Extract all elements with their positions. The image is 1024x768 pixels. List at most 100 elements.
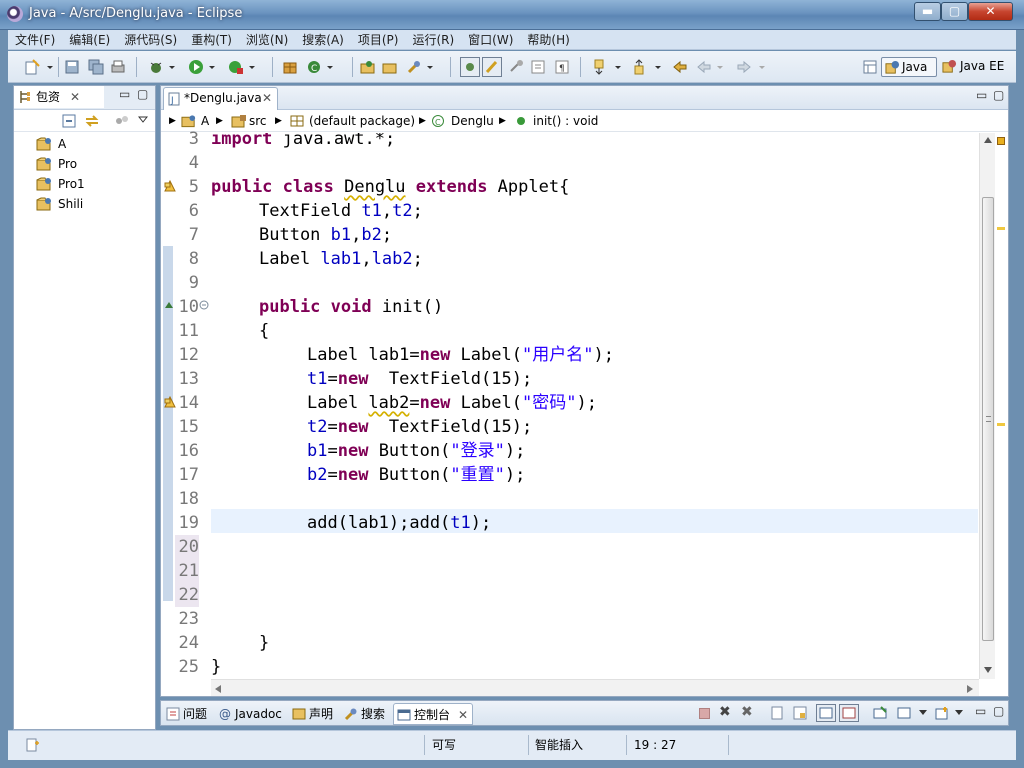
debug-icon[interactable] bbox=[148, 59, 164, 75]
tree-item-project-shili[interactable]: Shili bbox=[36, 195, 83, 213]
open-task-icon[interactable] bbox=[382, 59, 398, 75]
clear-console-icon[interactable] bbox=[771, 706, 785, 720]
tab-console[interactable]: 控制台 ✕ bbox=[393, 703, 473, 725]
pin-console-icon[interactable] bbox=[873, 706, 887, 720]
warning-overview-marker[interactable] bbox=[997, 423, 1005, 426]
forward-dropdown-icon[interactable] bbox=[758, 59, 766, 75]
menu-project[interactable]: 项目(P) bbox=[351, 30, 406, 50]
vertical-scroll-thumb[interactable] bbox=[982, 197, 994, 641]
tab-denglu-java[interactable]: J *Denglu.java ✕ bbox=[163, 87, 278, 110]
link-with-editor-icon[interactable] bbox=[84, 114, 100, 128]
open-type-icon[interactable] bbox=[360, 59, 376, 75]
breadcrumb-arrow-icon[interactable]: ▶ bbox=[419, 110, 426, 132]
tree-item-project-pro[interactable]: Pro bbox=[36, 155, 77, 173]
horizontal-scrollbar[interactable] bbox=[211, 679, 979, 696]
tab-problems[interactable]: 问题 bbox=[163, 703, 213, 725]
collapse-all-icon[interactable] bbox=[62, 114, 76, 128]
menu-help[interactable]: 帮助(H) bbox=[520, 30, 576, 50]
toggle-breadcrumb-icon[interactable] bbox=[460, 57, 480, 77]
maximize-view-icon[interactable]: ▢ bbox=[993, 704, 1004, 718]
run-dropdown-icon[interactable] bbox=[208, 59, 216, 75]
menu-navigate[interactable]: 浏览(N) bbox=[239, 30, 295, 50]
menu-window[interactable]: 窗口(W) bbox=[461, 30, 520, 50]
search-toolbar-icon[interactable] bbox=[406, 59, 422, 75]
print-icon[interactable] bbox=[110, 59, 126, 75]
back-dropdown-icon[interactable] bbox=[716, 59, 724, 75]
console-dropdown-icon[interactable] bbox=[919, 710, 927, 716]
focus-on-working-set-icon[interactable] bbox=[114, 114, 130, 128]
problem-summary-icon[interactable] bbox=[997, 137, 1005, 145]
menu-search[interactable]: 搜索(A) bbox=[295, 30, 351, 50]
warning-overview-marker[interactable] bbox=[997, 227, 1005, 230]
tab-package-explorer[interactable]: 包资 ✕ bbox=[14, 86, 104, 108]
scroll-down-icon[interactable] bbox=[984, 667, 992, 673]
last-edit-location-icon[interactable] bbox=[672, 59, 688, 75]
new-class-icon[interactable]: C bbox=[306, 59, 322, 75]
fast-view-icon[interactable] bbox=[26, 738, 40, 752]
breadcrumb-arrow-icon[interactable]: ▶ bbox=[275, 110, 282, 132]
minimize-editor-icon[interactable]: ▭ bbox=[976, 88, 987, 102]
menu-source[interactable]: 源代码(S) bbox=[117, 30, 184, 50]
breadcrumb-arrow-icon[interactable]: ▶ bbox=[499, 110, 506, 132]
tab-declaration[interactable]: 声明 bbox=[289, 703, 339, 725]
maximize-button[interactable]: ▢ bbox=[941, 2, 968, 21]
maximize-view-icon[interactable]: ▢ bbox=[137, 87, 148, 101]
save-all-icon[interactable] bbox=[88, 59, 104, 75]
breadcrumb-package[interactable]: (default package) bbox=[309, 110, 415, 132]
menu-file[interactable]: 文件(F) bbox=[8, 30, 62, 50]
external-tools-dropdown-icon[interactable] bbox=[248, 59, 256, 75]
fold-collapse-icon[interactable] bbox=[199, 300, 209, 310]
next-annotation-dropdown-icon[interactable] bbox=[614, 59, 622, 75]
new-file-icon[interactable] bbox=[24, 59, 40, 75]
new-dropdown-icon[interactable] bbox=[46, 59, 54, 75]
display-selected-console-icon[interactable] bbox=[897, 706, 911, 720]
terminate-icon[interactable] bbox=[699, 708, 710, 719]
open-console-dropdown-icon[interactable] bbox=[955, 710, 963, 716]
block-selection-icon[interactable] bbox=[508, 59, 524, 75]
back-icon[interactable] bbox=[696, 59, 712, 75]
show-console-on-output-icon[interactable] bbox=[816, 704, 836, 722]
debug-dropdown-icon[interactable] bbox=[168, 59, 176, 75]
view-menu-icon[interactable] bbox=[138, 116, 148, 124]
remove-all-launches-icon[interactable]: ✖ bbox=[741, 704, 753, 720]
previous-annotation-dropdown-icon[interactable] bbox=[654, 59, 662, 75]
show-console-on-error-icon[interactable] bbox=[839, 704, 859, 722]
remove-launch-icon[interactable]: ✖ bbox=[719, 704, 731, 720]
perspective-java[interactable]: Java bbox=[881, 57, 937, 77]
breadcrumb-arrow-icon[interactable]: ▶ bbox=[216, 110, 223, 132]
new-class-dropdown-icon[interactable] bbox=[326, 59, 334, 75]
maximize-editor-icon[interactable]: ▢ bbox=[993, 88, 1004, 102]
breadcrumb-src[interactable]: src bbox=[249, 110, 267, 132]
close-tab-icon[interactable]: ✕ bbox=[262, 88, 272, 109]
vertical-scrollbar[interactable] bbox=[979, 133, 995, 679]
search-dropdown-icon[interactable] bbox=[426, 59, 434, 75]
scroll-left-icon[interactable] bbox=[215, 685, 221, 693]
tab-javadoc[interactable]: @ Javadoc bbox=[215, 703, 289, 725]
mark-occurrences-icon[interactable] bbox=[482, 57, 502, 77]
previous-annotation-icon[interactable] bbox=[632, 59, 648, 75]
breadcrumb-class[interactable]: Denglu bbox=[451, 110, 494, 132]
perspective-java-ee[interactable]: Java EE bbox=[941, 57, 1011, 77]
menu-refactor[interactable]: 重构(T) bbox=[184, 30, 239, 50]
breadcrumb-project[interactable]: A bbox=[201, 110, 209, 132]
scroll-lock-icon[interactable] bbox=[793, 706, 807, 720]
menu-run[interactable]: 运行(R) bbox=[405, 30, 461, 50]
minimize-view-icon[interactable]: ▭ bbox=[119, 87, 130, 101]
minimize-view-icon[interactable]: ▭ bbox=[975, 704, 986, 718]
close-tab-icon[interactable]: ✕ bbox=[70, 86, 80, 108]
external-tools-icon[interactable] bbox=[228, 59, 244, 75]
paragraph-icon[interactable]: ¶ bbox=[554, 59, 570, 75]
save-icon[interactable] bbox=[64, 59, 80, 75]
tree-item-project-pro1[interactable]: Pro1 bbox=[36, 175, 85, 193]
forward-icon[interactable] bbox=[736, 59, 752, 75]
show-whitespace-icon[interactable] bbox=[530, 59, 546, 75]
scroll-up-icon[interactable] bbox=[984, 137, 992, 143]
tab-search[interactable]: 搜索 bbox=[341, 703, 391, 725]
next-annotation-icon[interactable] bbox=[592, 59, 608, 75]
minimize-button[interactable]: ▬ bbox=[914, 2, 941, 21]
breadcrumb-method[interactable]: init() : void bbox=[533, 110, 598, 132]
close-button[interactable]: ✕ bbox=[968, 2, 1013, 21]
close-tab-icon[interactable]: ✕ bbox=[458, 704, 468, 726]
code-area[interactable]: import java.awt.*; public class Denglu e… bbox=[211, 133, 978, 679]
open-console-icon[interactable] bbox=[935, 706, 949, 720]
